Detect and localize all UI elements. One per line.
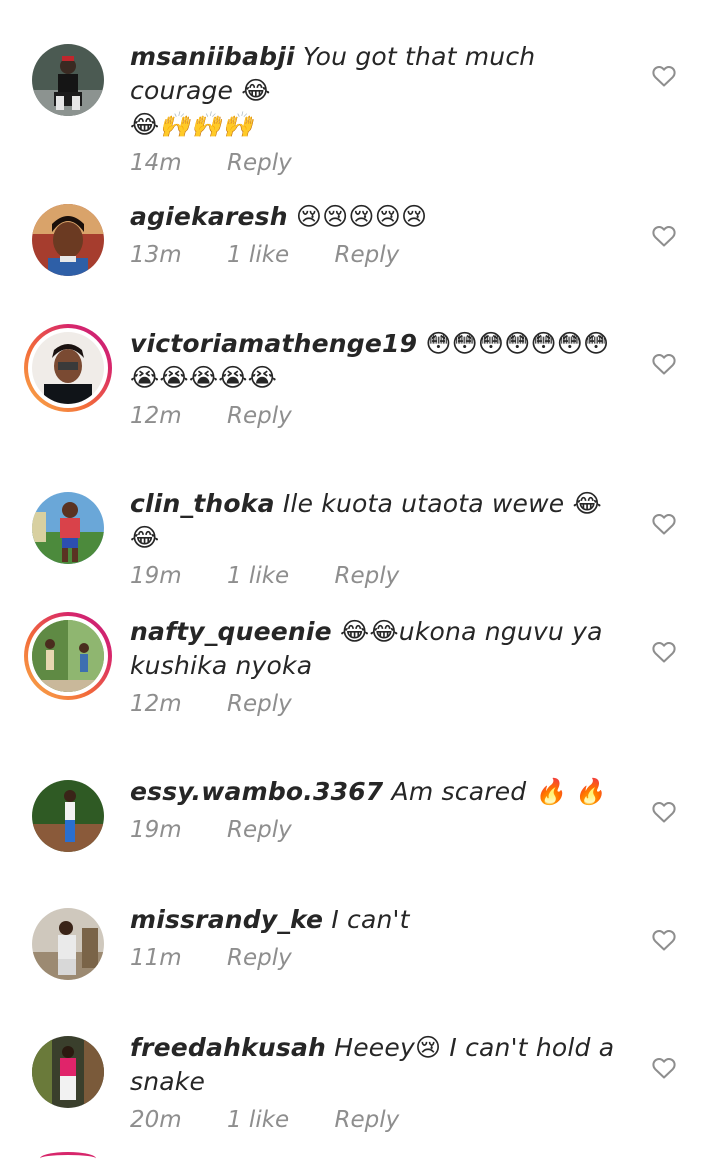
avatar-wrap[interactable] [32,908,104,980]
comment-body: essy.wambo.3367 Am scared 🔥 🔥 19m Reply [130,775,630,845]
comment-meta: 19m 1 like Reply [130,561,630,591]
avatar[interactable] [32,620,104,692]
username[interactable]: freedahkusah [130,1033,326,1062]
like-count[interactable]: 1 like [227,1107,289,1133]
comment-text: msaniibabji You got that much courage 😂 … [130,40,630,142]
comment-meta: 14m Reply [130,148,630,178]
message-continued: 😂🙌🙌🙌 [130,110,254,139]
heart-outline-icon[interactable] [652,641,676,663]
comment-meta: 19m Reply [130,815,630,845]
heart-outline-icon[interactable] [652,929,676,951]
comment-meta: 11m Reply [130,943,630,973]
message: 😳😳😳😳😳😳😳 [425,329,610,358]
message: Am scared 🔥 🔥 [391,777,606,806]
username[interactable]: clin_thoka [130,489,275,518]
reply-button[interactable]: Reply [335,242,400,268]
heart-outline-icon[interactable] [652,65,676,87]
timestamp: 20m [130,1107,182,1133]
comment-text: nafty_queenie 😂😂ukona nguvu ya kushika n… [130,615,630,683]
timestamp: 12m [130,691,182,717]
timestamp: 12m [130,403,182,429]
avatar-wrap[interactable] [32,204,104,276]
avatar-wrap[interactable] [32,492,104,564]
reply-button[interactable]: Reply [227,945,292,971]
timestamp: 13m [130,242,182,268]
like-count[interactable]: 1 like [227,242,289,268]
comment-text: clin_thoka Ile kuota utaota wewe 😂😂 [130,487,630,555]
timestamp: 11m [130,945,182,971]
username[interactable]: victoriamathenge19 [130,329,417,358]
comment-meta: 12m Reply [130,401,630,431]
avatar[interactable] [32,44,104,116]
comment-body: msaniibabji You got that much courage 😂 … [130,40,630,178]
avatar[interactable] [32,492,104,564]
avatar-wrap[interactable] [32,780,104,852]
avatar[interactable] [32,780,104,852]
comment-text: victoriamathenge19 😳😳😳😳😳😳😳 😭😭😭😭😭 [130,327,630,395]
comment-body: freedahkusah Heeey😢 I can't hold a snake… [130,1031,630,1135]
comment-meta: 12m Reply [130,689,630,719]
comment-text: missrandy_ke I can't [130,903,630,937]
timestamp: 19m [130,563,182,589]
next-avatar-partial [40,1152,96,1165]
like-count[interactable]: 1 like [227,563,289,589]
avatar-story-ring[interactable] [24,612,112,700]
heart-outline-icon[interactable] [652,1057,676,1079]
message-continued: 😭😭😭😭😭 [130,363,278,392]
avatar[interactable] [32,908,104,980]
avatar[interactable] [32,204,104,276]
username[interactable]: missrandy_ke [130,905,323,934]
message: I can't [331,905,410,934]
message: 😂😂ukona nguvu ya [339,617,603,646]
heart-outline-icon[interactable] [652,513,676,535]
comment-meta: 20m 1 like Reply [130,1105,630,1135]
heart-outline-icon[interactable] [652,801,676,823]
avatar[interactable] [32,332,104,404]
comment-body: agiekaresh 😢😢😢😢😢 13m 1 like Reply [130,200,630,270]
comment-meta: 13m 1 like Reply [130,240,630,270]
avatar[interactable] [32,1036,104,1108]
avatar-story-ring[interactable] [24,324,112,412]
comment-body: missrandy_ke I can't 11m Reply [130,903,630,973]
username[interactable]: agiekaresh [130,202,288,231]
comment-text: essy.wambo.3367 Am scared 🔥 🔥 [130,775,630,809]
timestamp: 19m [130,817,182,843]
comment-body: nafty_queenie 😂😂ukona nguvu ya kushika n… [130,615,630,719]
heart-outline-icon[interactable] [652,353,676,375]
comment-text: agiekaresh 😢😢😢😢😢 [130,200,630,234]
comment-body: victoriamathenge19 😳😳😳😳😳😳😳 😭😭😭😭😭 12m Rep… [130,327,630,431]
reply-button[interactable]: Reply [227,817,292,843]
message-continued: kushika nyoka [130,651,313,680]
message: 😢😢😢😢😢 [295,202,428,231]
reply-button[interactable]: Reply [335,1107,400,1133]
reply-button[interactable]: Reply [227,150,292,176]
reply-button[interactable]: Reply [227,403,292,429]
heart-outline-icon[interactable] [652,225,676,247]
reply-button[interactable]: Reply [335,563,400,589]
username[interactable]: essy.wambo.3367 [130,777,383,806]
username[interactable]: msaniibabji [130,42,295,71]
avatar-wrap[interactable] [32,44,104,116]
comment-body: clin_thoka Ile kuota utaota wewe 😂😂 19m … [130,487,630,591]
comment-text: freedahkusah Heeey😢 I can't hold a snake [130,1031,630,1099]
timestamp: 14m [130,150,182,176]
avatar-wrap[interactable] [32,1036,104,1108]
username[interactable]: nafty_queenie [130,617,332,646]
reply-button[interactable]: Reply [227,691,292,717]
